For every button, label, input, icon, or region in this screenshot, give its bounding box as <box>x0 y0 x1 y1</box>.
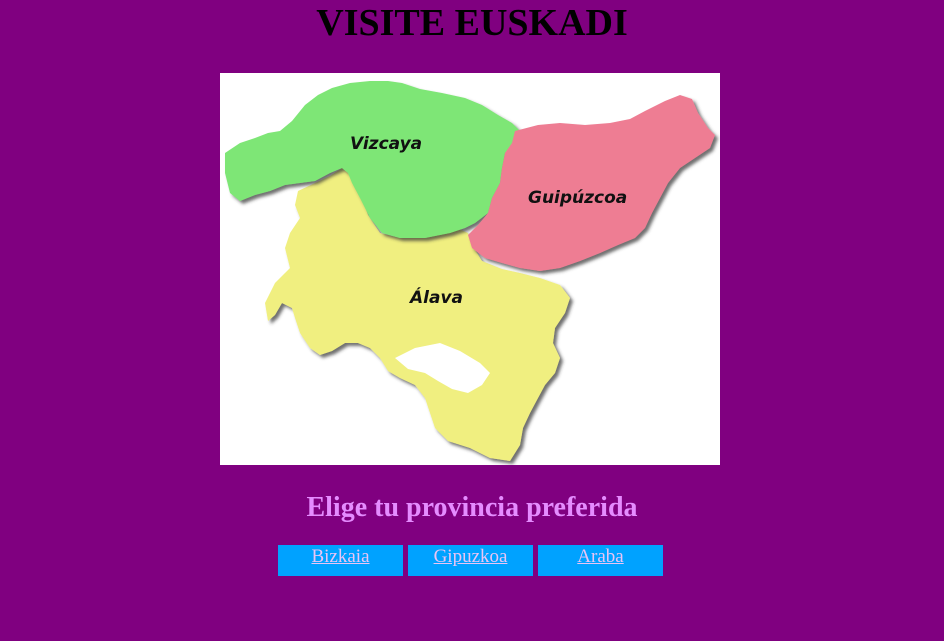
nav-link-bizkaia[interactable]: Bizkaia <box>311 546 369 567</box>
nav-link-araba[interactable]: Araba <box>577 546 623 567</box>
map-image: Vizcaya Guipúzcoa Álava <box>225 81 715 461</box>
page: VISITE EUSKADI Vizcaya Guipúzcoa Álava E… <box>0 0 944 641</box>
euskadi-map: Vizcaya Guipúzcoa Álava <box>220 73 720 465</box>
nav-button-gipuzkoa[interactable]: Gipuzkoa <box>408 545 533 576</box>
vizcaya-label: Vizcaya <box>350 134 422 154</box>
vizcaya-region <box>225 81 520 238</box>
guipuzcoa-label: Guipúzcoa <box>528 188 627 208</box>
nav-link-gipuzkoa[interactable]: Gipuzkoa <box>434 546 508 567</box>
nav-button-bizkaia[interactable]: Bizkaia <box>278 545 403 576</box>
page-subtitle: Elige tu provincia preferida <box>306 492 638 523</box>
alava-label: Álava <box>408 286 463 308</box>
province-nav: Bizkaia Gipuzkoa Araba <box>278 545 663 576</box>
page-title: VISITE EUSKADI <box>316 2 628 44</box>
nav-button-araba[interactable]: Araba <box>538 545 663 576</box>
